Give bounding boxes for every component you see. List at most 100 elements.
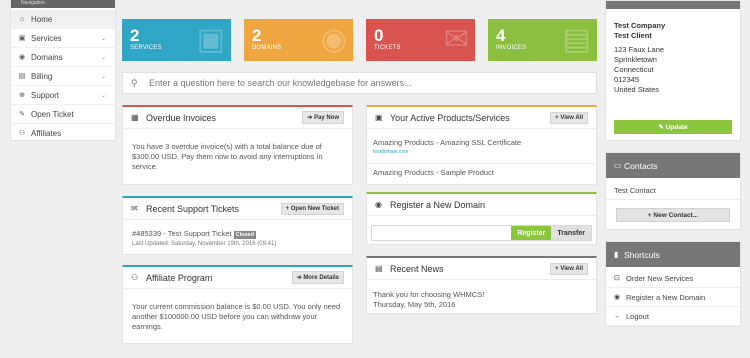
newspaper-icon: ▤	[375, 264, 383, 273]
sidebar-item-label: Services	[31, 33, 62, 43]
product-item[interactable]: Amazing Products - Amazing SSL Certifica…	[373, 138, 590, 156]
pay-now-button[interactable]: ➔ Pay Now	[302, 111, 344, 124]
sidebar-item-affiliates[interactable]: ⚇ Affiliates	[11, 124, 115, 143]
credit-card-icon: ▤	[562, 23, 591, 56]
plus-icon: +	[555, 265, 559, 272]
stat-label: DOMAINS	[252, 45, 282, 51]
your-info-panel: Test Company Test Client 123 Faux Lane S…	[605, 0, 741, 141]
new-contact-button[interactable]: + New Contact...	[616, 208, 730, 222]
sidebar-item-open-ticket[interactable]: ✎ Open Ticket	[11, 105, 115, 124]
credit-card-icon: ▤	[18, 73, 26, 80]
ticket-title: #485339 - Test Support Ticket	[132, 229, 232, 238]
pencil-icon: ✎	[658, 124, 664, 131]
domain-input[interactable]	[372, 226, 512, 240]
address-line: 012345	[614, 75, 640, 84]
update-label: Update	[665, 123, 688, 131]
contact-item[interactable]: Test Contact	[614, 186, 656, 195]
stat-count: 2	[252, 26, 262, 45]
client-name: Test Client	[614, 31, 652, 40]
stat-label: SERVICES	[130, 45, 162, 51]
stat-tile-tickets[interactable]: 0 TICKETS ✉	[366, 19, 475, 61]
contacts-panel: ▭ Contacts Test Contact + New Contact...	[605, 152, 741, 230]
bookmark-icon: ▮	[614, 250, 619, 259]
life-ring-icon: ⊕	[19, 92, 25, 99]
chevron-down-icon: ⌄	[101, 73, 107, 80]
chevron-down-icon: ⌄	[101, 35, 107, 42]
globe-icon: ◉	[375, 200, 382, 209]
transfer-button[interactable]: Transfer	[551, 226, 591, 240]
news-item[interactable]: Thank you for choosing WHMCS! Thursday, …	[373, 290, 587, 310]
sidebar-item-services[interactable]: ▣ Services ⌄	[11, 29, 115, 48]
open-new-ticket-button[interactable]: + Open New Ticket	[280, 202, 344, 215]
active-products-panel: ▣ Your Active Products/Services + View A…	[366, 105, 597, 185]
sidebar-header-label: Navigation	[21, 0, 45, 6]
calculator-icon: ▦	[131, 113, 139, 122]
overdue-invoices-panel: ▦ Overdue Invoices ➔ Pay Now You have 3 …	[122, 105, 353, 185]
news-title: Thank you for choosing WHMCS!	[373, 290, 485, 299]
recent-tickets-panel: ✉ Recent Support Tickets + Open New Tick…	[122, 196, 353, 255]
sidebar-header: Navigation	[11, 0, 115, 8]
cube-icon: ▣	[18, 35, 26, 42]
domain-search-group: Register Transfer	[371, 225, 592, 241]
cube-icon: ▣	[196, 23, 225, 56]
shortcut-order-new-services[interactable]: ⊡ Order New Services	[606, 269, 740, 288]
sidebar-item-label: Billing	[31, 71, 53, 81]
users-icon: ⚇	[131, 273, 139, 282]
shortcut-label: Order New Services	[626, 273, 694, 283]
chevron-down-icon: ⌄	[101, 92, 107, 99]
knowledgebase-search[interactable]: ⚲	[122, 72, 597, 94]
view-all-products-button[interactable]: + View All	[550, 111, 588, 124]
sidebar-item-label: Support	[31, 90, 60, 100]
shortcuts-panel: ▮ Shortcuts ⊡ Order New Services ◉ Register…	[605, 241, 741, 327]
search-input[interactable]	[143, 78, 583, 88]
company-name: Test Company	[614, 21, 666, 30]
sidebar-item-label: Domains	[31, 52, 63, 62]
search-icon: ⚲	[131, 77, 138, 88]
arrow-left-icon: ←	[614, 312, 621, 320]
ticket-item[interactable]: #485339 - Test Support Ticket Closed Las…	[132, 229, 343, 249]
product-domain[interactable]: testdomain.com	[373, 148, 590, 156]
shortcut-logout[interactable]: ← Logout	[606, 307, 740, 326]
shortcut-register-a-new-domain[interactable]: ◉ Register a New Domain	[606, 288, 740, 307]
ticket-updated: Last Updated: Saturday, November 19th, 2…	[132, 241, 277, 247]
panel-title: Your Active Products/Services	[390, 112, 510, 123]
panel-title: Recent News	[390, 263, 444, 274]
sidebar-item-billing[interactable]: ▤ Billing ⌄	[11, 67, 115, 86]
overdue-text: You have 3 overdue invoice(s) with a tot…	[132, 142, 323, 171]
register-button[interactable]: Register	[511, 226, 552, 240]
product-name: Amazing Products - Sample Product	[373, 168, 494, 177]
chevron-down-icon: ⌄	[101, 54, 107, 61]
home-icon: ⌂	[19, 15, 25, 23]
affiliate-program-panel: ⚇ Affiliate Program ➔ More Details Your …	[122, 265, 353, 344]
stat-count: 2	[130, 26, 140, 45]
sidebar-nav: Navigation ⌂ Home ▣ Services ⌄ ◉ Domains ⌄ ▤ Bill…	[10, 0, 116, 143]
product-item[interactable]: Amazing Products - Sample Product	[373, 168, 590, 178]
shortcut-label: Register a New Domain	[626, 292, 706, 302]
ticket-icon: ✎	[19, 111, 25, 118]
sidebar-item-domains[interactable]: ◉ Domains ⌄	[11, 48, 115, 67]
register-domain-panel: ◉ Register a New Domain Register Transfe…	[366, 192, 597, 245]
more-details-button[interactable]: ➔ More Details	[291, 271, 344, 284]
cube-icon: ▣	[375, 113, 383, 122]
view-all-news-button[interactable]: + View All	[550, 262, 588, 275]
globe-icon: ◉	[18, 54, 26, 61]
sidebar-item-label: Affiliates	[31, 128, 62, 138]
stat-label: INVOICES	[496, 45, 527, 51]
stat-label: TICKETS	[374, 45, 401, 51]
sidebar-item-support[interactable]: ⊕ Support ⌄	[11, 86, 115, 105]
plus-icon: +	[555, 114, 559, 121]
update-button[interactable]: ✎ Update	[614, 120, 732, 134]
stat-tile-invoices[interactable]: 4 INVOICES ▤	[488, 19, 597, 61]
globe-icon: ◉	[320, 23, 347, 56]
stat-tile-domains[interactable]: 2 DOMAINS ◉	[244, 19, 353, 61]
stat-tile-services[interactable]: 2 SERVICES ▣	[122, 19, 231, 61]
more-details-label: More Details	[303, 275, 339, 281]
comments-icon: ✉	[443, 23, 469, 56]
panel-title: Recent Support Tickets	[146, 203, 240, 214]
address-line: United States	[614, 85, 660, 94]
globe-icon: ◉	[614, 294, 621, 301]
users-icon: ⚇	[18, 130, 26, 137]
panel-title: Affiliate Program	[146, 272, 213, 283]
sidebar-item-home[interactable]: ⌂ Home	[11, 10, 115, 29]
panel-title: Contacts	[624, 160, 658, 171]
